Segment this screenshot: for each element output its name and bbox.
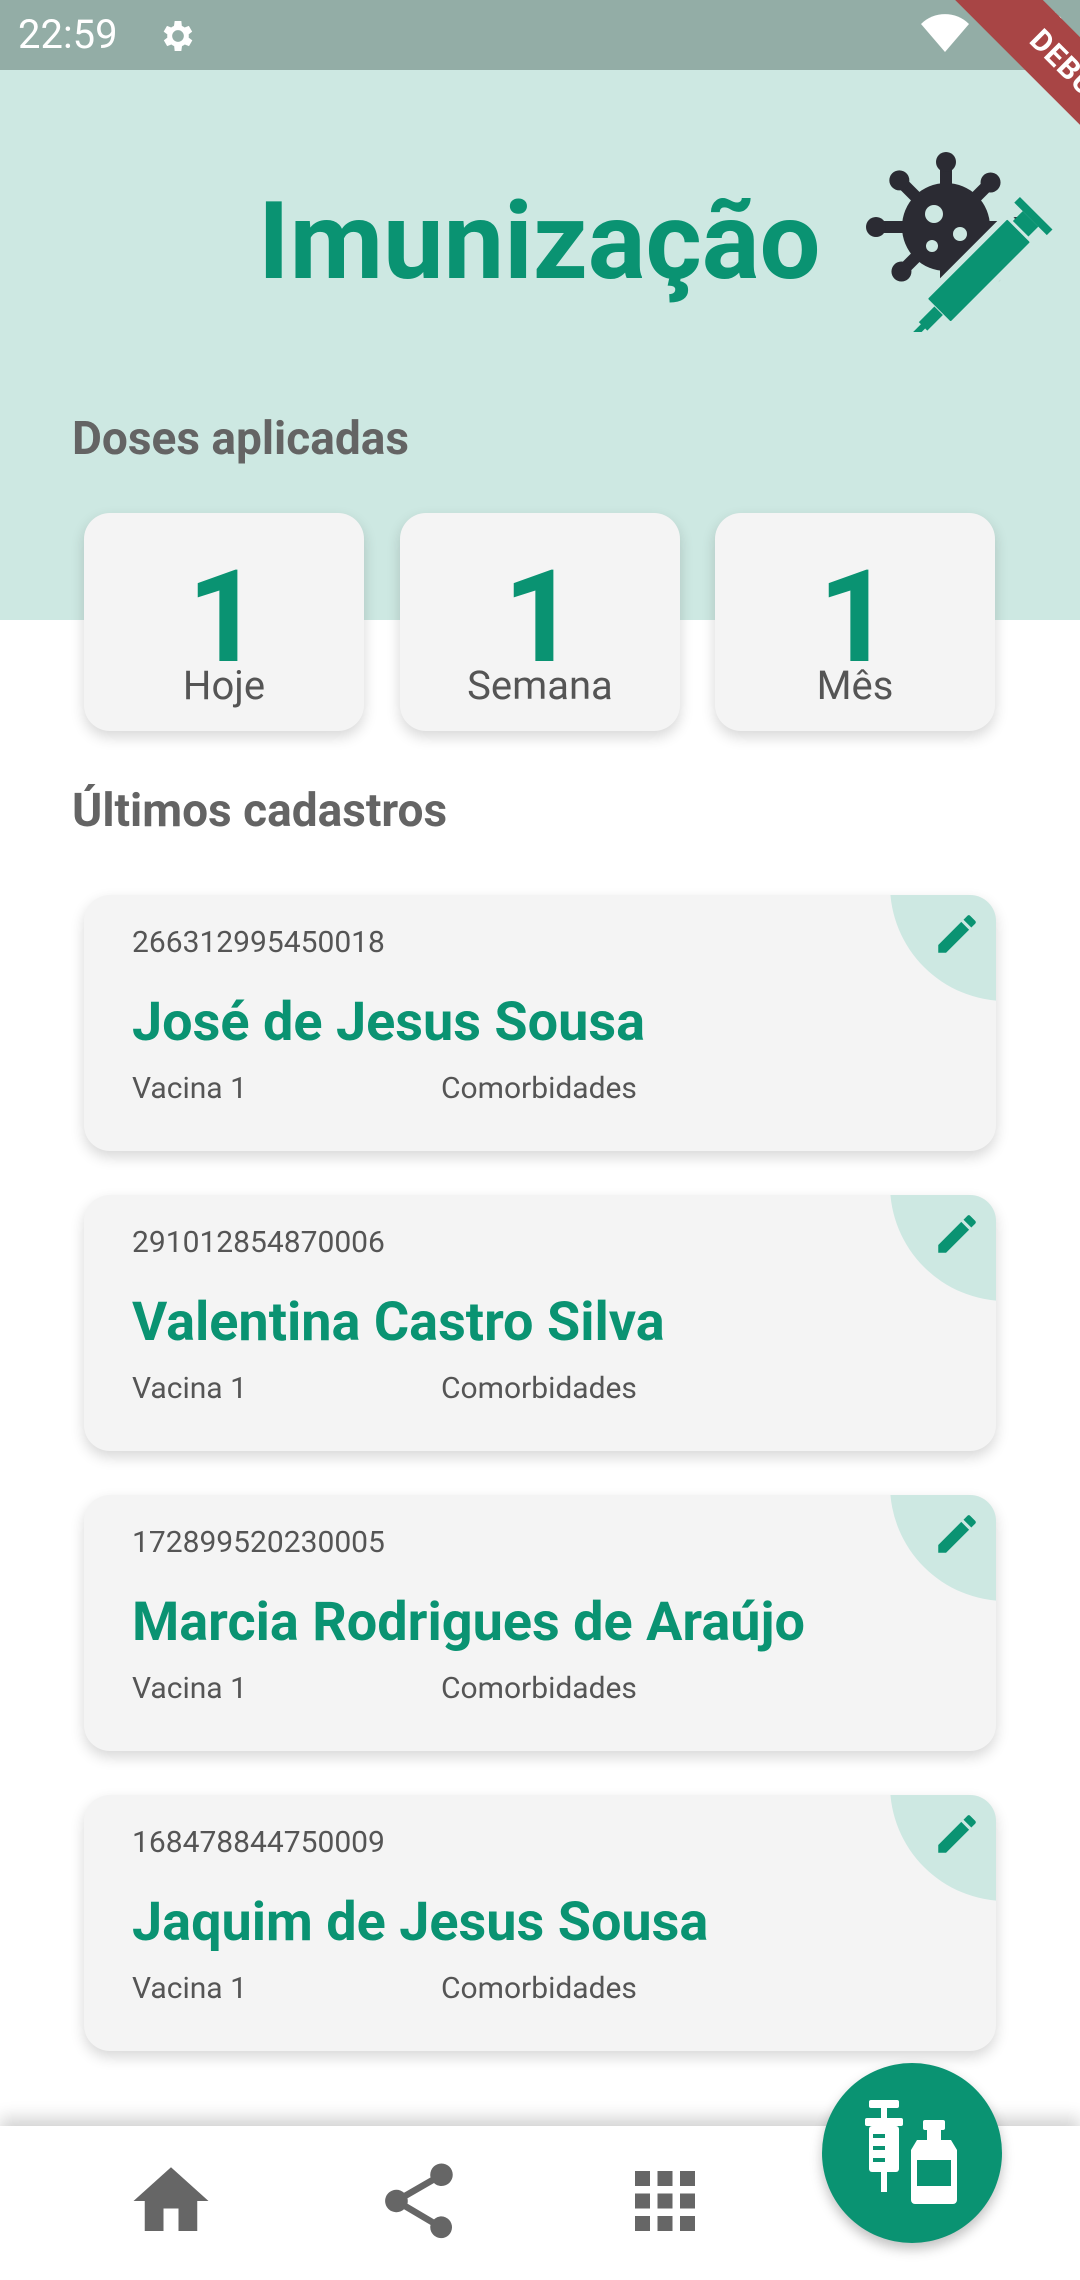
record-vaccine: Vacina 1 bbox=[132, 1071, 247, 1106]
dose-card-week: 1 Semana bbox=[400, 513, 680, 731]
edit-pencil-icon[interactable] bbox=[932, 1509, 982, 1559]
status-bar: 22:59 bbox=[0, 0, 1080, 70]
record-name: Jaquim de Jesus Sousa bbox=[132, 1891, 709, 1954]
record-comorbidity: Comorbidades bbox=[441, 1371, 637, 1406]
record-vaccine: Vacina 1 bbox=[132, 1671, 247, 1706]
share-icon[interactable] bbox=[374, 2156, 464, 2246]
record-vaccine: Vacina 1 bbox=[132, 1371, 247, 1406]
dose-card-month: 1 Mês bbox=[715, 513, 995, 731]
settings-gear-icon bbox=[163, 21, 193, 51]
dose-card-today: 1 Hoje bbox=[84, 513, 364, 731]
dose-period-label: Hoje bbox=[182, 662, 266, 709]
dose-period-label: Semana bbox=[467, 662, 613, 709]
records-section-title: Últimos cadastros bbox=[72, 784, 448, 838]
edit-pencil-icon[interactable] bbox=[932, 1809, 982, 1859]
record-card[interactable]: 172899520230005 Marcia Rodrigues de Araú… bbox=[84, 1495, 996, 1751]
home-icon[interactable] bbox=[126, 2156, 216, 2246]
app-title: Imunização bbox=[258, 179, 821, 305]
doses-section-title: Doses aplicadas bbox=[72, 412, 409, 466]
grid-icon[interactable] bbox=[620, 2156, 710, 2246]
record-name: Marcia Rodrigues de Araújo bbox=[132, 1591, 805, 1654]
record-card[interactable]: 168478844750009 Jaquim de Jesus Sousa Va… bbox=[84, 1795, 996, 2051]
record-id: 172899520230005 bbox=[132, 1525, 385, 1560]
record-id: 266312995450018 bbox=[132, 925, 385, 960]
record-id: 291012854870006 bbox=[132, 1225, 385, 1260]
record-card[interactable]: 291012854870006 Valentina Castro Silva V… bbox=[84, 1195, 996, 1451]
add-vaccination-button[interactable] bbox=[822, 2063, 1002, 2243]
vaccine-vial-icon bbox=[865, 2100, 957, 2204]
dose-period-label: Mês bbox=[816, 662, 894, 709]
record-id: 168478844750009 bbox=[132, 1825, 385, 1860]
status-time: 22:59 bbox=[18, 11, 118, 58]
edit-pencil-icon[interactable] bbox=[932, 909, 982, 959]
record-vaccine: Vacina 1 bbox=[132, 1971, 247, 2006]
record-comorbidity: Comorbidades bbox=[441, 1671, 637, 1706]
virus-syringe-icon bbox=[866, 152, 1053, 332]
wifi-icon bbox=[921, 14, 969, 53]
edit-pencil-icon[interactable] bbox=[932, 1209, 982, 1259]
record-card[interactable]: 266312995450018 José de Jesus Sousa Vaci… bbox=[84, 895, 996, 1151]
record-name: José de Jesus Sousa bbox=[132, 991, 646, 1054]
record-comorbidity: Comorbidades bbox=[441, 1971, 637, 2006]
record-name: Valentina Castro Silva bbox=[132, 1291, 665, 1354]
record-comorbidity: Comorbidades bbox=[441, 1071, 637, 1106]
